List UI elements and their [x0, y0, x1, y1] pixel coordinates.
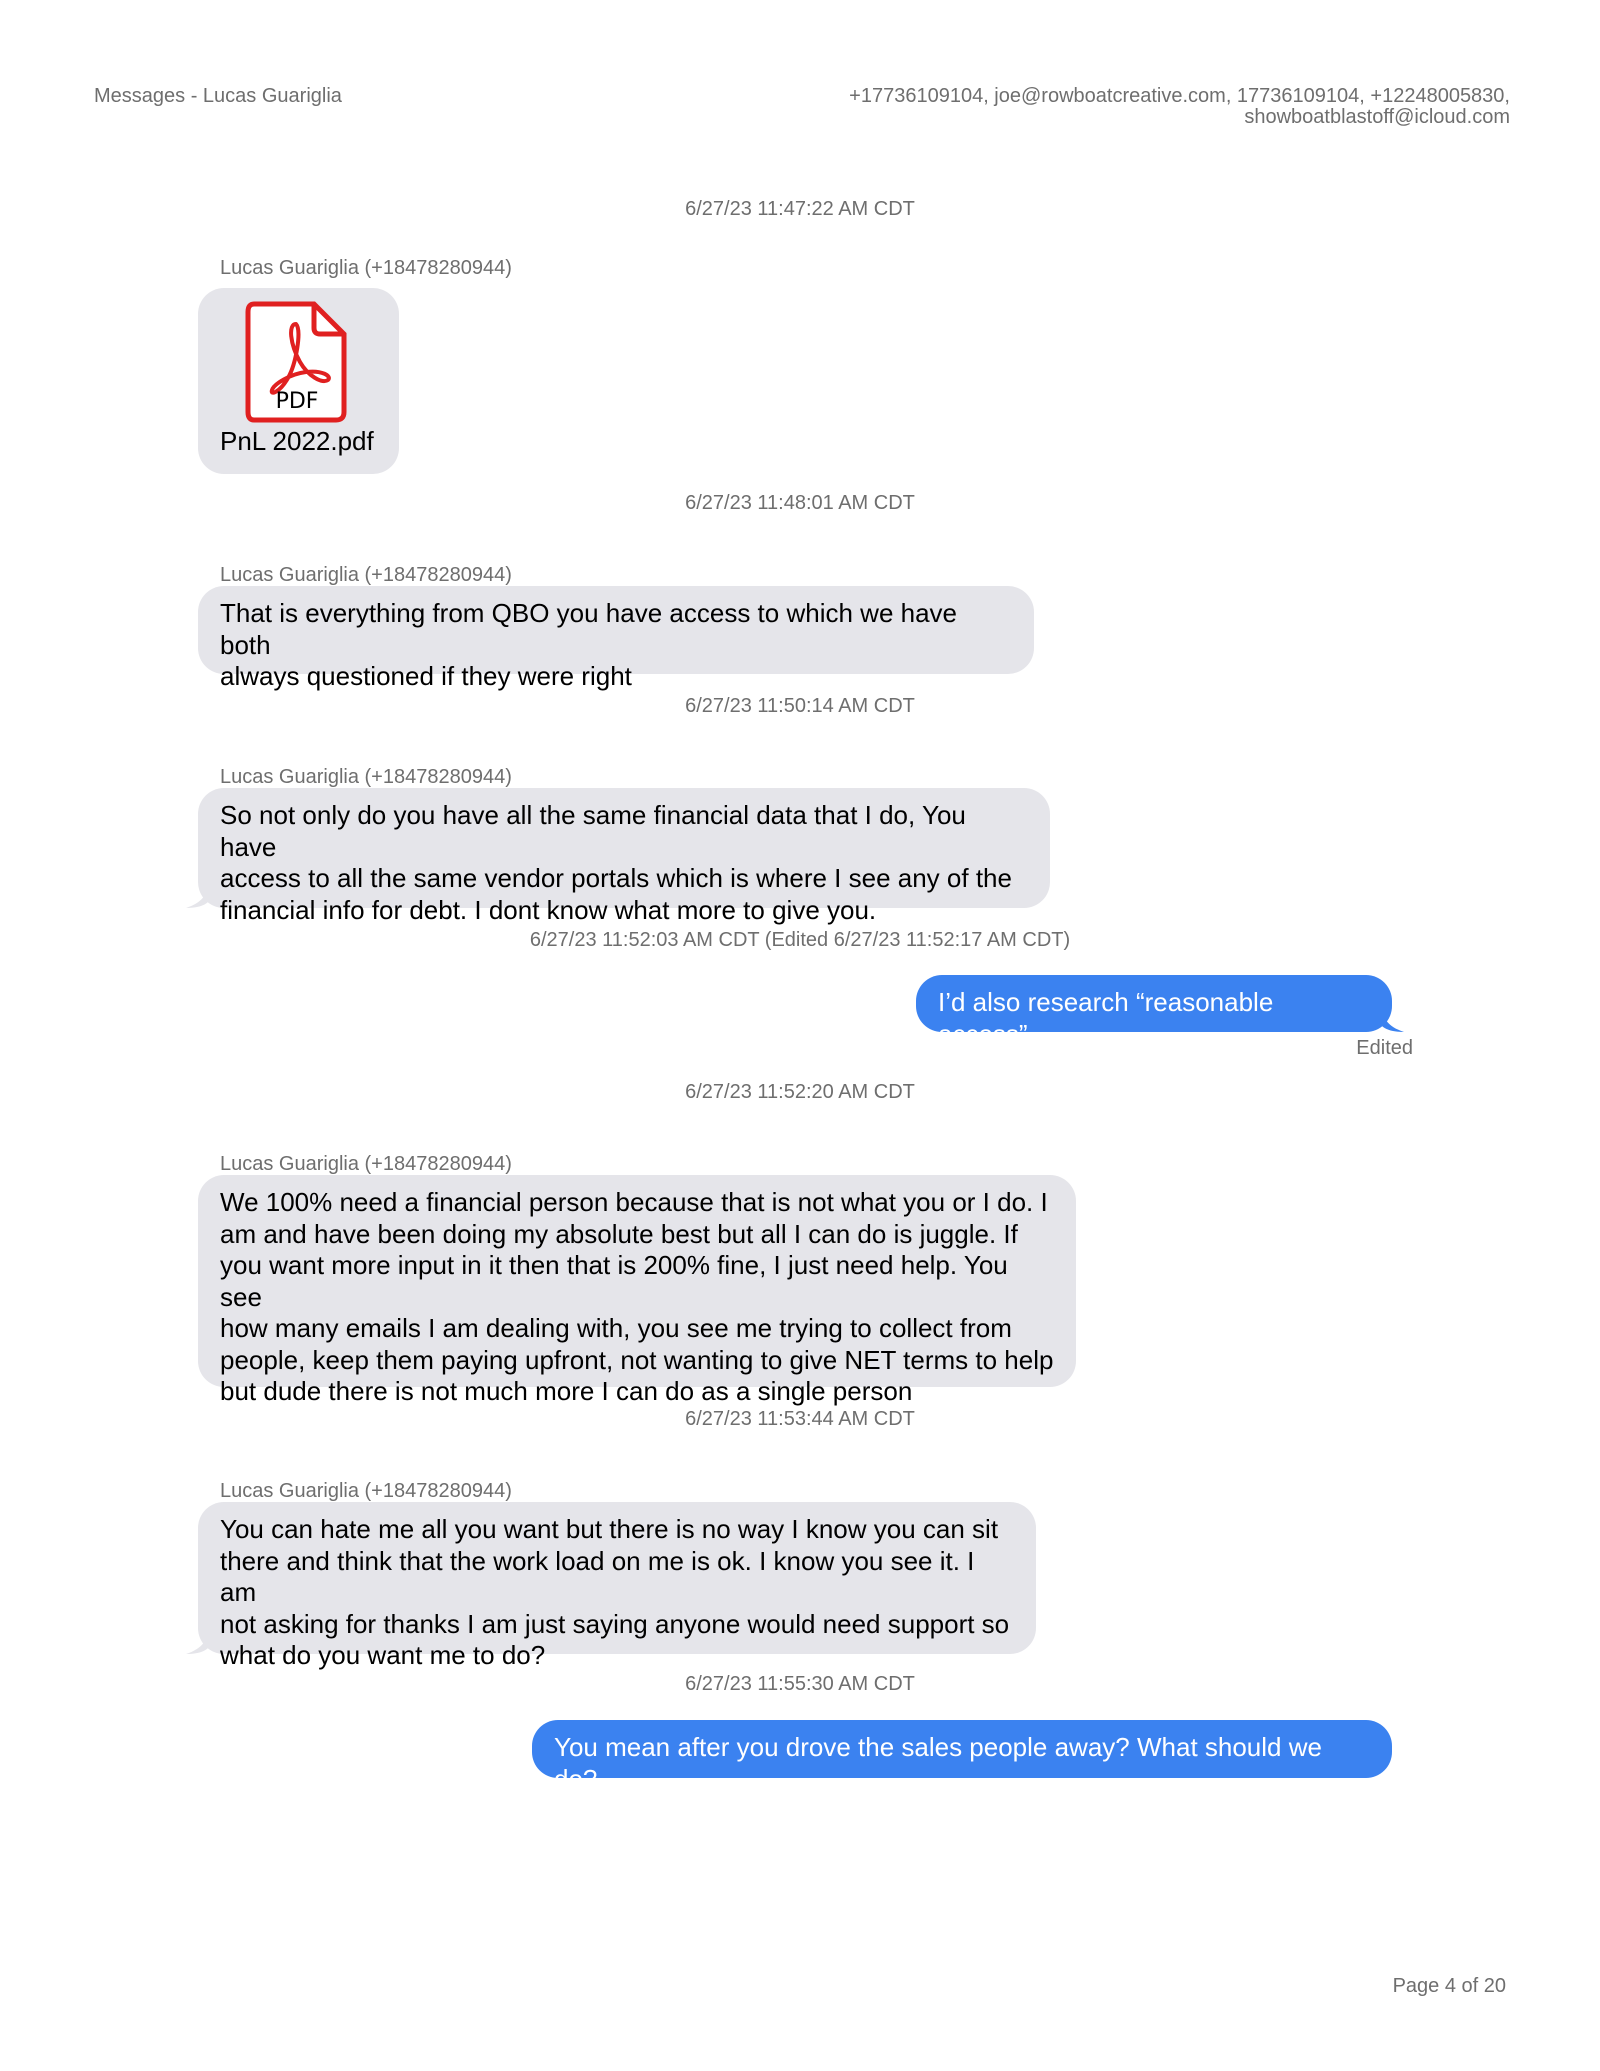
message-sender: Lucas Guariglia (+18478280944) [220, 766, 512, 788]
incoming-message-bubble: We 100% need a financial person because … [198, 1175, 1076, 1406]
participants-line: showboatblastoff@icloud.com [1244, 106, 1510, 128]
message-line: what do you want me to do? [220, 1640, 546, 1670]
message-sender: Lucas Guariglia (+18478280944) [220, 564, 512, 586]
message-line: not asking for thanks I am just saying a… [220, 1608, 1010, 1639]
page-number: Page 4 of 20 [1392, 1975, 1506, 1997]
message-line: You can hate me all you want but there i… [220, 1514, 999, 1544]
edited-label: Edited [1356, 1037, 1413, 1059]
participants-list: +17736109104, joe@rowboatcreative.com, 1… [849, 86, 1510, 128]
outgoing-message-bubble: I’d also research “reasonable access” [916, 975, 1392, 1049]
message-line: people, keep them paying upfront, not wa… [220, 1344, 1054, 1375]
message-line: You mean after you drove the sales peopl… [554, 1732, 1322, 1794]
incoming-message-bubble: So not only do you have all the same fin… [198, 788, 1050, 925]
message-line: am and have been doing my absolute best … [220, 1218, 1018, 1249]
message-timestamp: 6/27/23 11:52:20 AM CDT [685, 1081, 915, 1103]
message-line: That is everything from QBO you have acc… [220, 598, 958, 660]
outgoing-message-bubble: You mean after you drove the sales peopl… [532, 1720, 1392, 1794]
message-timestamp: 6/27/23 11:48:01 AM CDT [685, 492, 915, 514]
participants-line: +17736109104, joe@rowboatcreative.com, 1… [849, 85, 1510, 107]
incoming-message-bubble: That is everything from QBO you have acc… [198, 586, 1034, 691]
message-timestamp: 6/27/23 11:55:30 AM CDT [685, 1673, 915, 1695]
pdf-attachment[interactable]: PDF PnL 2022.pdf [198, 288, 399, 474]
message-line: access to all the same vendor portals wh… [220, 863, 1012, 893]
attachment-filename: PnL 2022.pdf [220, 426, 374, 456]
message-line: there and think that the work load on me… [220, 1545, 975, 1608]
message-sender: Lucas Guariglia (+18478280944) [220, 1480, 512, 1502]
message-timestamp: 6/27/23 11:52:03 AM CDT (Edited 6/27/23 … [529, 929, 1071, 951]
pdf-icon: PDF [245, 301, 347, 423]
message-line: but dude there is not much more I can do… [220, 1376, 913, 1406]
message-line: always questioned if they were right [220, 661, 632, 691]
message-timestamp: 6/27/23 11:50:14 AM CDT [685, 695, 915, 717]
message-line: financial info for debt. I dont know wha… [220, 894, 877, 925]
message-line: We 100% need a financial person because … [220, 1187, 1048, 1217]
message-timestamp: 6/27/23 11:53:44 AM CDT [685, 1408, 915, 1430]
incoming-message-bubble: You can hate me all you want but there i… [198, 1502, 1036, 1670]
pdf-icon-label: PDF [276, 389, 319, 414]
message-line: you want more input in it then that is 2… [220, 1250, 1008, 1312]
message-sender: Lucas Guariglia (+18478280944) [220, 257, 512, 279]
message-line: how many emails I am dealing with, you s… [220, 1313, 1012, 1343]
message-line: I’d also research “reasonable access” [938, 987, 1274, 1049]
message-line: So not only do you have all the same fin… [220, 800, 966, 862]
page-title: Messages - Lucas Guariglia [94, 85, 342, 107]
message-sender: Lucas Guariglia (+18478280944) [220, 1153, 512, 1175]
message-timestamp: 6/27/23 11:47:22 AM CDT [685, 198, 915, 220]
